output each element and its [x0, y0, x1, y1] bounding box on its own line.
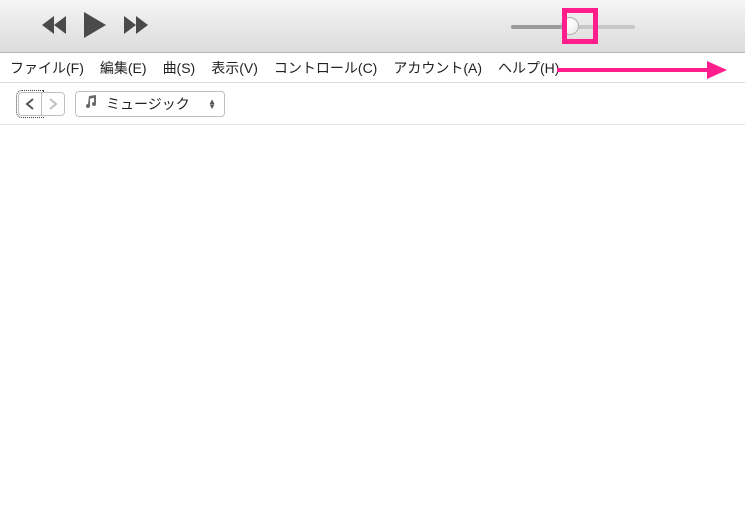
menu-help[interactable]: ヘルプ(H) [498, 58, 559, 78]
nav-toolbar: ミュージック ▲▼ [0, 83, 745, 125]
menu-file[interactable]: ファイル(F) [10, 58, 84, 78]
menu-song[interactable]: 曲(S) [163, 58, 196, 78]
music-note-icon [84, 95, 98, 112]
menu-view[interactable]: 表示(V) [211, 58, 258, 78]
volume-slider[interactable] [511, 24, 635, 30]
transport-controls [42, 12, 148, 38]
volume-track-filled [511, 25, 567, 29]
nav-buttons [18, 92, 65, 116]
playback-bar [0, 0, 745, 53]
back-button[interactable] [18, 92, 42, 116]
library-selector-label: ミュージック [106, 94, 200, 114]
play-button[interactable] [84, 12, 106, 38]
chevron-updown-icon: ▲▼ [208, 99, 216, 109]
chevron-right-icon [48, 98, 58, 110]
chevron-left-icon [25, 98, 35, 110]
forward-button[interactable] [41, 92, 65, 116]
menu-account[interactable]: アカウント(A) [393, 58, 482, 78]
fast-forward-icon [124, 16, 148, 34]
play-icon [84, 12, 106, 38]
menu-controls[interactable]: コントロール(C) [274, 58, 377, 78]
previous-button[interactable] [42, 16, 66, 34]
content-area [0, 125, 745, 528]
menu-edit[interactable]: 編集(E) [100, 58, 147, 78]
next-button[interactable] [124, 16, 148, 34]
menubar: ファイル(F) 編集(E) 曲(S) 表示(V) コントロール(C) アカウント… [0, 53, 745, 83]
rewind-icon [42, 16, 66, 34]
volume-thumb[interactable] [561, 17, 579, 35]
annotation-arrow-icon [557, 61, 727, 79]
library-selector[interactable]: ミュージック ▲▼ [75, 91, 225, 117]
